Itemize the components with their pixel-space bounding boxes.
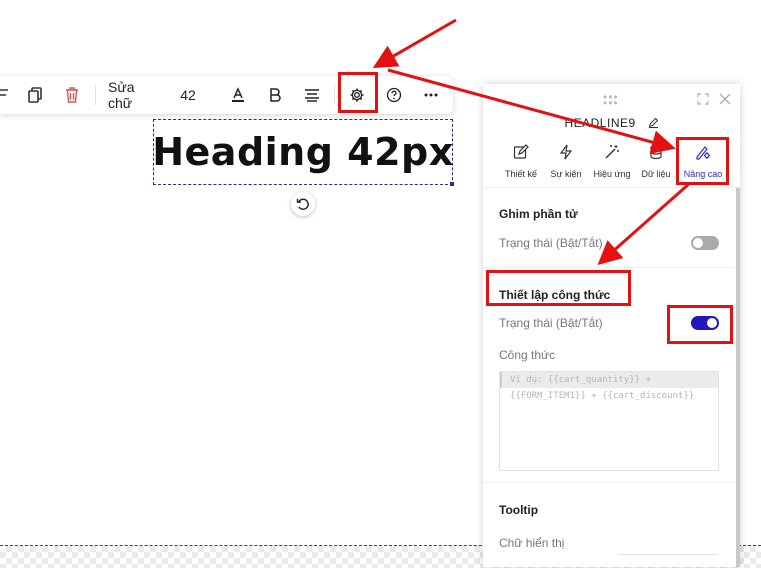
formula-placeholder-line2: {{FORM_ITEM1}} + {{cart_discount}} xyxy=(510,391,695,401)
arrow-to-settings xyxy=(372,18,457,68)
copy-icon[interactable] xyxy=(24,76,46,114)
drag-handle-icon[interactable]: ••• ••• xyxy=(603,91,619,109)
heading-element[interactable]: Heading 42px xyxy=(152,119,454,186)
tab-su-kien[interactable]: Sự kiện xyxy=(547,144,585,186)
expand-icon[interactable] xyxy=(694,90,712,108)
bold-icon[interactable] xyxy=(264,76,286,114)
pin-section-title: Ghim phần tử xyxy=(499,207,578,221)
edit-icon xyxy=(513,144,529,165)
trash-icon[interactable] xyxy=(61,76,83,114)
panel-scrollbar[interactable] xyxy=(736,188,740,567)
resize-handle[interactable] xyxy=(450,182,454,186)
divider xyxy=(483,482,734,483)
rotate-icon[interactable] xyxy=(291,192,315,216)
tab-thiet-ke[interactable]: Thiết kế xyxy=(503,144,539,186)
settings-highlight-box xyxy=(338,72,378,113)
text-color-icon[interactable] xyxy=(227,76,249,114)
toggle-knob xyxy=(693,238,703,248)
close-icon[interactable] xyxy=(716,90,734,108)
tooltip-text-input[interactable] xyxy=(618,554,718,555)
lightning-icon xyxy=(558,144,574,165)
element-toolbar: Sửa chữ 42 xyxy=(0,76,453,114)
edit-text-button[interactable]: Sửa chữ xyxy=(108,76,162,114)
element-name: HEADLINE9 xyxy=(564,116,636,130)
element-name-title: HEADLINE9 xyxy=(483,116,740,131)
align-icon[interactable] xyxy=(301,76,323,114)
tab-label: Dữ liệu xyxy=(641,169,671,179)
formula-toggle-highlight-box xyxy=(667,305,733,344)
divider xyxy=(483,267,734,268)
pin-status-label: Trạng thái (Bật/Tắt) xyxy=(499,236,603,250)
advanced-tab-highlight-box xyxy=(676,137,729,185)
tooltip-section-title: Tooltip xyxy=(499,503,539,517)
database-icon xyxy=(648,144,664,165)
tab-label: Thiết kế xyxy=(504,169,537,179)
magic-wand-icon xyxy=(604,144,620,165)
formula-status-label: Trạng thái (Bật/Tắt) xyxy=(499,316,603,330)
heading-text[interactable]: Heading 42px xyxy=(152,130,454,174)
tab-label: Hiệu ứng xyxy=(593,169,631,179)
more-icon[interactable] xyxy=(420,76,442,114)
tab-hieu-ung[interactable]: Hiệu ứng xyxy=(590,144,634,186)
tab-label: Sự kiện xyxy=(550,169,582,179)
formula-title-highlight-box xyxy=(486,270,631,306)
pin-toggle[interactable] xyxy=(691,236,719,250)
formula-placeholder-line1: Ví dụ: {{cart_quantity}} + xyxy=(500,372,718,388)
tab-du-lieu[interactable]: Dữ liệu xyxy=(639,144,673,186)
tooltip-display-text-label: Chữ hiển thị xyxy=(499,536,565,550)
formula-label: Công thức xyxy=(499,348,556,362)
font-size-value[interactable]: 42 xyxy=(178,76,198,114)
formula-input[interactable]: Ví dụ: {{cart_quantity}} + {{FORM_ITEM1}… xyxy=(499,371,719,471)
divider xyxy=(483,187,740,188)
rename-icon[interactable] xyxy=(648,117,659,131)
help-icon[interactable] xyxy=(383,76,405,114)
filter-icon[interactable] xyxy=(0,76,10,114)
